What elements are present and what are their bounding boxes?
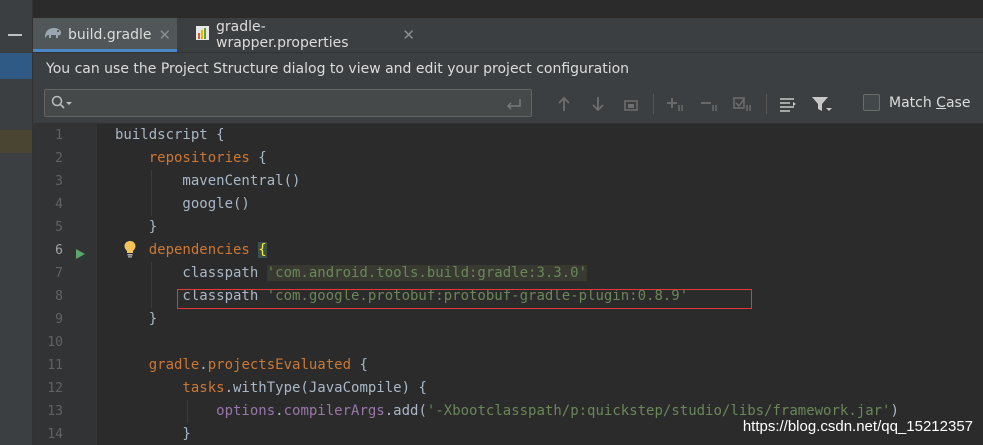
matched-brace: { <box>258 242 267 258</box>
next-occurrence-button[interactable] <box>587 93 609 115</box>
line-number: 5 <box>55 220 63 235</box>
gradle-elephant-icon <box>43 26 63 44</box>
line-number: 3 <box>55 174 63 189</box>
line-number: 14 <box>47 427 63 442</box>
select-all-occurrences-button[interactable] <box>620 93 642 115</box>
code-line: } <box>115 426 191 442</box>
line-number: 11 <box>47 358 63 373</box>
toolbar-separator <box>653 94 654 114</box>
ide-window: build.gradle ✕ gradle-wrapper.properties… <box>0 0 983 445</box>
add-selection-button[interactable] <box>665 93 687 115</box>
editor-gutter[interactable]: 1 2 3 4 5 6 7 8 9 10 11 12 13 14 <box>33 124 111 445</box>
line-number: 1 <box>55 128 63 143</box>
code-line: dependencies { <box>115 242 267 258</box>
project-tree-selection[interactable] <box>0 53 32 79</box>
match-case-label: Match Case <box>889 94 971 111</box>
new-line-icon[interactable] <box>505 96 523 115</box>
filter-lines-icon <box>780 98 796 112</box>
code-line: classpath 'com.android.tools.build:gradl… <box>115 265 588 281</box>
search-input[interactable] <box>79 92 503 116</box>
code-line: } <box>115 219 158 235</box>
line-number: 8 <box>55 289 63 304</box>
tab-label: build.gradle <box>68 27 152 43</box>
remove-selection-button[interactable] <box>699 93 721 115</box>
close-icon[interactable]: ✕ <box>402 26 415 44</box>
show-filter-popup-button[interactable] <box>777 93 799 115</box>
notification-text[interactable]: You can use the Project Structure dialog… <box>46 61 629 77</box>
line-number: 10 <box>47 335 63 350</box>
watermark: https://blog.csdn.net/qq_15212357 <box>742 418 973 435</box>
close-icon[interactable]: ✕ <box>159 26 172 44</box>
previous-occurrence-button[interactable] <box>553 93 575 115</box>
add-occurrence-icon <box>667 98 683 111</box>
code-line: } <box>115 311 158 327</box>
toggle-selection-button[interactable] <box>732 93 754 115</box>
line-number: 2 <box>55 151 63 166</box>
select-all-icon <box>624 100 638 111</box>
arrow-down-icon <box>592 97 604 112</box>
code-line: tasks.withType(JavaCompile) { <box>115 380 427 396</box>
find-toolbar: Match Case <box>33 85 983 124</box>
line-number: 12 <box>47 381 63 396</box>
minimize-icon[interactable] <box>8 34 22 36</box>
line-number: 6 <box>55 243 63 258</box>
search-box[interactable] <box>44 89 532 117</box>
line-number: 13 <box>47 404 63 419</box>
tab-label: gradle-wrapper.properties <box>216 19 349 51</box>
properties-chart-icon <box>195 25 211 45</box>
project-structure-notification: You can use the Project Structure dialog… <box>33 53 983 85</box>
checkbox-toggle-icon <box>733 97 751 111</box>
search-icon[interactable] <box>51 95 73 115</box>
line-number: 7 <box>55 266 63 281</box>
code-editor[interactable]: buildscript { repositories { mavenCentra… <box>97 124 983 445</box>
funnel-icon <box>812 97 832 111</box>
code-line: gradle.projectsEvaluated { <box>115 357 368 373</box>
editor-tabs: build.gradle ✕ gradle-wrapper.properties… <box>33 18 983 53</box>
project-tree-highlight[interactable] <box>0 130 32 153</box>
string-literal: '-Xbootclasspath/p:quickstep/studio/libs… <box>426 403 891 419</box>
run-icon[interactable] <box>75 245 86 264</box>
line-number: 9 <box>55 312 63 327</box>
code-line: mavenCentral() <box>115 173 301 189</box>
arrow-up-icon <box>558 96 570 111</box>
line-number: 4 <box>55 197 63 212</box>
code-line: repositories { <box>115 150 267 166</box>
code-line: google() <box>115 196 250 212</box>
code-line: buildscript { <box>115 127 225 143</box>
tab-gradle-wrapper-properties[interactable]: gradle-wrapper.properties ✕ <box>185 18 415 52</box>
remove-occurrence-icon <box>701 102 717 111</box>
string-literal: 'com.android.tools.build:gradle:3.3.0' <box>266 265 588 281</box>
search-filter-button[interactable] <box>811 93 833 115</box>
match-case-checkbox[interactable]: Match Case <box>863 94 970 111</box>
toolbar-separator <box>766 94 767 114</box>
tab-build-gradle[interactable]: build.gradle ✕ <box>33 18 177 52</box>
highlight-box <box>177 289 752 309</box>
project-panel-strip <box>0 0 33 445</box>
checkbox-box[interactable] <box>863 94 880 111</box>
